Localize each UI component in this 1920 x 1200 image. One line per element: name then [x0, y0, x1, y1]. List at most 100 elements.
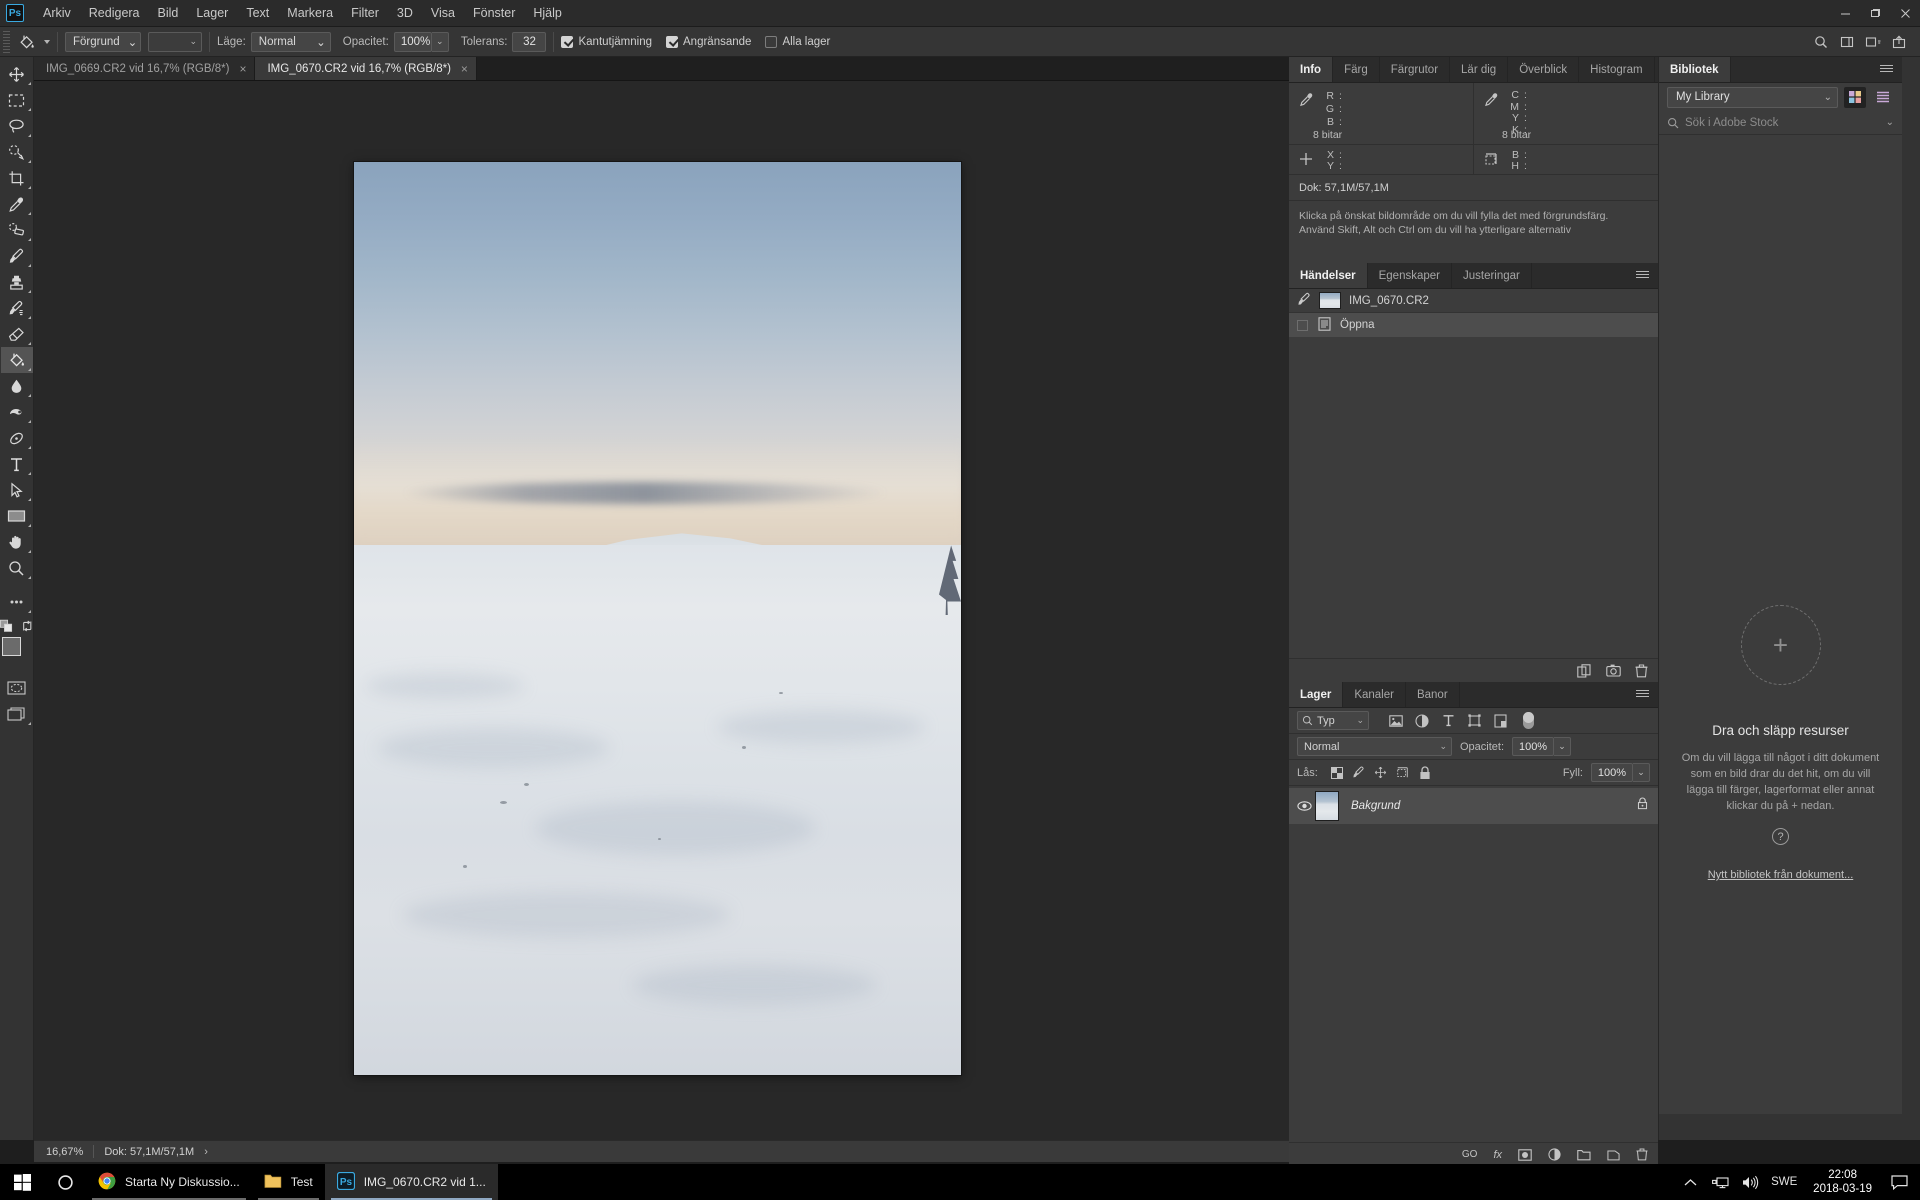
menu-item-redigera[interactable]: Redigera [80, 3, 149, 23]
chevron-down-icon[interactable]: ⌄ [1886, 117, 1894, 128]
workspace-icon[interactable] [1834, 30, 1860, 54]
foreground-color-swatch[interactable] [1, 637, 21, 656]
pattern-swatch-select[interactable]: ⌄ [148, 31, 202, 52]
tab-overblick[interactable]: Överblick [1508, 57, 1580, 82]
layer-filter-type-select[interactable]: Typ ⌄ [1297, 711, 1369, 730]
paint-bucket-tool[interactable] [0, 347, 33, 373]
layer-row-bakgrund[interactable]: Bakgrund [1289, 788, 1658, 824]
type-tool[interactable] [1, 451, 33, 477]
tab-lar-dig[interactable]: Lär dig [1450, 57, 1509, 82]
windows-start-icon[interactable] [0, 1164, 45, 1200]
layer-blend-mode-select[interactable]: Normal ⌄ [1297, 737, 1452, 756]
network-icon[interactable] [1705, 1164, 1735, 1200]
panel-menu-button[interactable] [1627, 682, 1658, 707]
paint-bucket-icon[interactable] [14, 31, 40, 53]
tab-info[interactable]: Info [1289, 57, 1334, 82]
zoom-level[interactable]: 16,67% [34, 1146, 93, 1158]
library-search-input[interactable]: Sök i Adobe Stock [1685, 117, 1880, 129]
layer-mask-icon[interactable] [1518, 1148, 1532, 1161]
rectangle-tool[interactable] [1, 503, 33, 529]
path-selection-tool[interactable] [1, 477, 33, 503]
layer-style-icon[interactable]: fx [1493, 1149, 1502, 1161]
blur-tool[interactable] [1, 373, 33, 399]
lock-transparency-icon[interactable] [1326, 766, 1348, 779]
hand-tool[interactable] [1, 529, 33, 555]
quick-selection-tool[interactable] [1, 139, 33, 165]
menu-item-fonster[interactable]: Fönster [464, 3, 524, 23]
taskbar-clock[interactable]: 22:08 2018-03-19 [1803, 1168, 1882, 1196]
library-select[interactable]: My Library ⌄ [1667, 86, 1838, 108]
volume-icon[interactable] [1735, 1164, 1765, 1200]
foreground-background-color[interactable] [1, 637, 32, 667]
tab-egenskaper[interactable]: Egenskaper [1367, 263, 1452, 288]
blend-mode-select[interactable]: Normal ⌄ [250, 31, 331, 52]
filter-enable-toggle[interactable] [1523, 712, 1534, 729]
grid-view-icon[interactable] [1844, 86, 1866, 108]
options-bar-grip[interactable] [3, 30, 10, 53]
menu-item-arkiv[interactable]: Arkiv [34, 3, 80, 23]
panel-menu-button[interactable] [1627, 263, 1658, 288]
move-tool[interactable] [1, 61, 33, 87]
new-group-icon[interactable] [1577, 1149, 1591, 1161]
eyedropper-tool[interactable] [1, 191, 33, 217]
close-icon[interactable]: × [239, 63, 246, 75]
tab-banor[interactable]: Banor [1405, 682, 1460, 707]
layer-opacity-input[interactable]: 100% [1512, 737, 1555, 756]
all-layers-checkbox[interactable]: Alla lager [765, 35, 830, 48]
contiguous-checkbox[interactable]: Angränsande [666, 35, 751, 48]
tab-fargrutor[interactable]: Färgrutor [1379, 57, 1451, 82]
taskbar-button-photoshop[interactable]: Ps IMG_0670.CR2 vid 1... [324, 1164, 498, 1200]
delete-icon[interactable] [1635, 663, 1648, 678]
layer-opacity-caret[interactable]: ⌄ [1554, 737, 1572, 756]
adjustment-filter-icon[interactable] [1409, 713, 1435, 728]
panel-menu-button[interactable] [1871, 57, 1902, 82]
tab-kanaler[interactable]: Kanaler [1343, 682, 1406, 707]
help-icon[interactable]: ? [1772, 828, 1789, 845]
brush-tool[interactable] [1, 243, 33, 269]
taskbar-button-chrome[interactable]: Starta Ny Diskussio... [86, 1164, 252, 1200]
document-tab-img-0669[interactable]: IMG_0669.CR2 vid 16,7% (RGB/8*) × [34, 57, 256, 80]
opacity-input[interactable]: 100% [393, 31, 432, 52]
menu-item-bild[interactable]: Bild [149, 3, 188, 23]
link-layers-icon[interactable]: GO [1462, 1149, 1478, 1160]
cortana-search-icon[interactable] [45, 1164, 86, 1200]
close-icon[interactable]: × [461, 63, 468, 75]
menu-item-markera[interactable]: Markera [278, 3, 342, 23]
crop-tool[interactable] [1, 165, 33, 191]
shape-filter-icon[interactable] [1461, 714, 1487, 727]
adjustment-layer-icon[interactable] [1548, 1148, 1561, 1161]
tolerance-input[interactable]: 32 [512, 31, 547, 52]
spot-healing-brush-tool[interactable] [1, 217, 33, 243]
status-expand-icon[interactable]: › [204, 1146, 208, 1158]
quick-mask-button[interactable] [1, 675, 33, 701]
search-icon[interactable] [1808, 30, 1834, 54]
swap-colors-icon[interactable] [21, 619, 34, 633]
close-button[interactable] [1890, 0, 1920, 27]
layer-fill-caret[interactable]: ⌄ [1633, 763, 1650, 782]
history-snapshot-row[interactable]: IMG_0670.CR2 [1289, 289, 1658, 313]
document-tab-img-0670[interactable]: IMG_0670.CR2 vid 16,7% (RGB/8*) × [255, 57, 477, 80]
history-brush-source-icon[interactable] [1297, 292, 1313, 310]
screen-mode-button[interactable] [1, 701, 33, 727]
lock-artboard-icon[interactable] [1392, 766, 1414, 779]
history-brush-tool[interactable] [1, 295, 33, 321]
taskbar-button-test-folder[interactable]: Test [252, 1164, 325, 1200]
lock-position-icon[interactable] [1370, 766, 1392, 779]
pen-tool[interactable] [1, 425, 33, 451]
antialias-checkbox[interactable]: Kantutjämning [561, 35, 652, 48]
edit-toolbar-button[interactable] [1, 589, 33, 615]
list-view-icon[interactable] [1872, 87, 1894, 108]
type-filter-icon[interactable] [1435, 714, 1461, 727]
zoom-tool[interactable] [1, 555, 33, 581]
clone-stamp-tool[interactable] [1, 269, 33, 295]
new-library-from-document-link[interactable]: Nytt bibliotek från dokument... [1708, 869, 1854, 881]
delete-layer-icon[interactable] [1636, 1148, 1648, 1161]
menu-item-filter[interactable]: Filter [342, 3, 388, 23]
show-hidden-icons-chevron[interactable] [1675, 1164, 1705, 1200]
menu-item-text[interactable]: Text [237, 3, 278, 23]
layer-thumbnail[interactable] [1315, 791, 1339, 821]
layer-visibility-icon[interactable] [1293, 801, 1315, 811]
opacity-scrubber-caret[interactable]: ⌄ [431, 31, 449, 52]
document-canvas[interactable] [354, 162, 961, 1075]
new-layer-icon[interactable] [1607, 1148, 1620, 1161]
